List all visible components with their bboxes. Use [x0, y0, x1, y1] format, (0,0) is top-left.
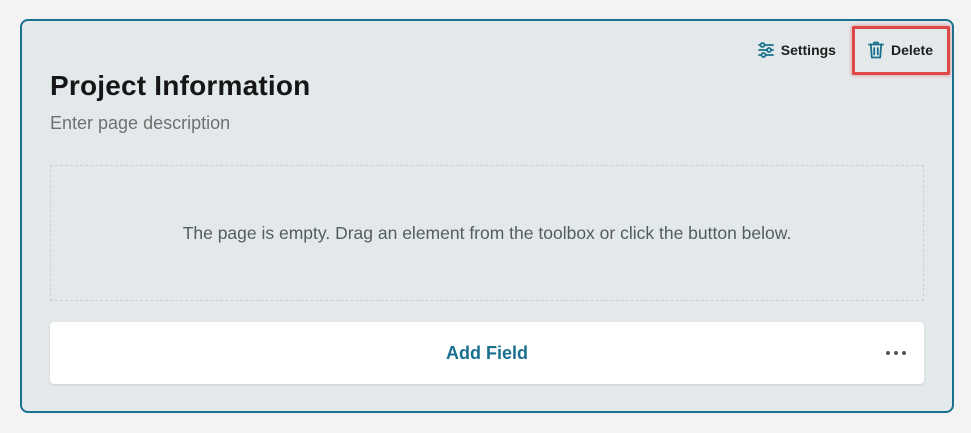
trash-icon: [867, 41, 885, 59]
delete-label: Delete: [890, 42, 933, 58]
page-title[interactable]: Project Information: [50, 70, 311, 102]
page-card: Settings Delete Project Information Ente…: [20, 19, 954, 413]
add-field-label: Add Field: [446, 342, 528, 363]
settings-button[interactable]: Settings: [747, 23, 846, 77]
empty-page-drop-zone[interactable]: The page is empty. Drag an element from …: [50, 165, 924, 301]
add-field-button[interactable]: Add Field: [50, 322, 924, 384]
page-description[interactable]: Enter page description: [50, 113, 230, 134]
settings-label: Settings: [780, 42, 836, 58]
more-horizontal-icon-dot: [886, 351, 890, 355]
sliders-icon: [757, 41, 775, 59]
delete-button[interactable]: Delete: [851, 25, 950, 75]
more-horizontal-icon-dot: [902, 351, 906, 355]
empty-page-message: The page is empty. Drag an element from …: [182, 222, 792, 243]
page-actions: Settings Delete: [747, 21, 952, 79]
more-options-button[interactable]: [884, 345, 908, 361]
more-horizontal-icon-dot: [894, 351, 898, 355]
